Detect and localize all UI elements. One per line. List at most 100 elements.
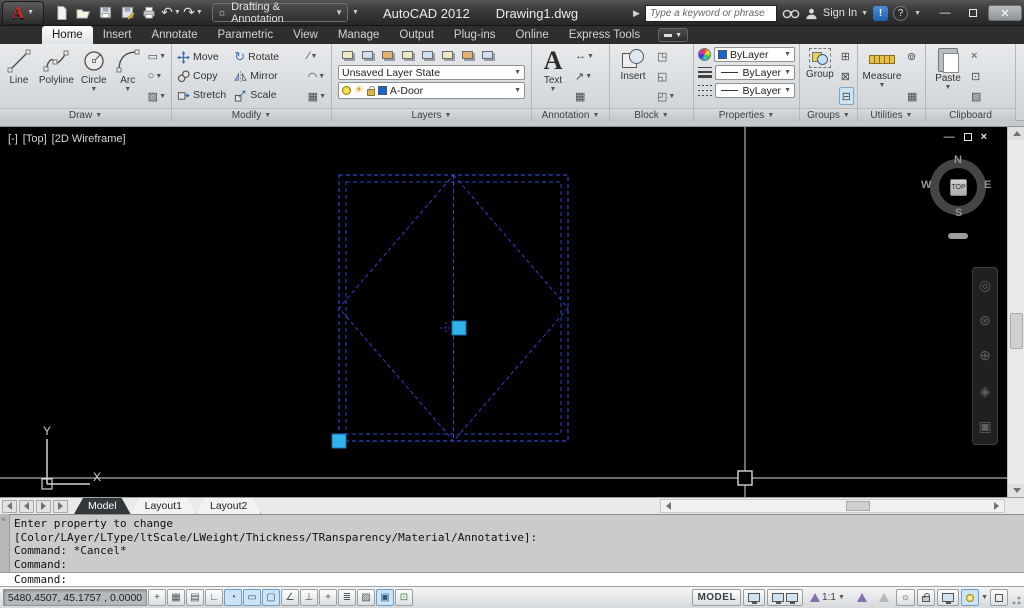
measure-button[interactable]: Measure ▼ [861, 46, 903, 106]
tab-output[interactable]: Output [389, 26, 444, 44]
toggle-show-lineweight[interactable]: ≣ [338, 589, 356, 606]
layer-properties-button[interactable] [338, 48, 356, 62]
table-tool-button[interactable]: ▦ [573, 87, 596, 105]
toggle-object-snap-tracking[interactable]: ∠ [281, 589, 299, 606]
leader-tool-button[interactable]: ↗▼ [573, 67, 596, 85]
color-wheel-icon[interactable] [698, 48, 711, 61]
line-button[interactable]: Line [3, 46, 35, 106]
application-menu-button[interactable]: A ▼ [2, 1, 44, 25]
stretch-button[interactable]: Stretch [175, 86, 228, 105]
toggle-dynamic-ucs[interactable]: ⊥ [300, 589, 318, 606]
sign-in-menu[interactable]: Sign In ▼ [823, 7, 868, 19]
layer-unisolate-button[interactable] [398, 48, 416, 62]
toggle-grid-display[interactable]: ▤ [186, 589, 204, 606]
workspace-selector[interactable]: ☼ Drafting & Annotation ▼ [212, 3, 348, 22]
open-file-button[interactable] [72, 3, 94, 23]
tab-parametric[interactable]: Parametric [208, 26, 284, 44]
search-binoculars-icon[interactable] [782, 7, 800, 20]
workspace-switching-button[interactable]: ☼ [896, 589, 915, 606]
next-layout-button[interactable] [36, 500, 51, 513]
ellipse-tool-button[interactable]: ○▼ [146, 67, 168, 85]
first-layout-button[interactable] [2, 500, 17, 513]
toggle-infer-constraints[interactable]: + [148, 589, 166, 606]
quick-select-button[interactable]: ⊚ [905, 47, 919, 65]
layer-states-button[interactable] [358, 48, 376, 62]
annotation-visibility-button[interactable] [852, 589, 872, 606]
viewcube-west[interactable]: W [921, 179, 931, 191]
define-attributes-button[interactable]: ◰▼ [655, 87, 677, 105]
showmotion-icon[interactable]: ▣ [978, 418, 991, 435]
pan-icon[interactable]: ⊛ [979, 312, 991, 329]
quick-view-drawings-button[interactable] [767, 589, 803, 606]
quick-calculator-button[interactable]: ▦ [905, 87, 919, 105]
lineweight-icon[interactable] [698, 67, 712, 78]
minimize-window-button[interactable]: — [932, 5, 958, 21]
toggle-polar-tracking[interactable]: ◔ [224, 589, 242, 606]
hatch-tool-button[interactable]: ▨▼ [146, 87, 168, 105]
viewport-minimize-control[interactable]: [-] [8, 133, 18, 145]
rectangle-tool-button[interactable]: ▭▼ [146, 47, 168, 65]
viewcube-south[interactable]: S [955, 207, 962, 219]
clean-screen-button[interactable] [990, 589, 1008, 606]
close-window-button[interactable]: ✕ [988, 5, 1022, 21]
group-edit-button[interactable]: ⊞ [839, 47, 854, 65]
scroll-up-button[interactable] [1008, 127, 1024, 140]
move-button[interactable]: Move [175, 48, 228, 67]
scroll-left-button[interactable] [661, 500, 676, 512]
scroll-right-button[interactable] [989, 500, 1004, 512]
toggle-ortho-mode[interactable]: ∟ [205, 589, 223, 606]
viewport-minimize-button[interactable]: — [944, 131, 955, 143]
viewport-view-control[interactable]: [Top] [23, 133, 47, 145]
linetype-dropdown[interactable]: ByLayer ▼ [715, 83, 795, 98]
redo-button[interactable]: ↷▼ [182, 3, 204, 23]
tab-manage[interactable]: Manage [328, 26, 390, 44]
command-input-line[interactable]: Command: [0, 572, 1024, 586]
toggle-dynamic-input[interactable]: + [319, 589, 337, 606]
layer-freeze-button[interactable] [418, 48, 436, 62]
fillet-tool-button[interactable]: ◠▼ [306, 67, 328, 85]
viewport-restore-button[interactable] [964, 133, 972, 141]
orbit-icon[interactable]: ◈ [980, 383, 991, 400]
rotate-button[interactable]: ↻ Rotate [232, 48, 281, 67]
edit-block-button[interactable]: ◱ [655, 67, 677, 85]
group-button[interactable]: Group [803, 46, 837, 106]
help-button[interactable]: ? [893, 6, 908, 21]
mirror-button[interactable]: Mirror [232, 67, 281, 86]
cut-button[interactable]: × [969, 47, 983, 65]
maximize-window-button[interactable] [960, 5, 986, 21]
plot-button[interactable] [138, 3, 160, 23]
undo-button[interactable]: ↶▼ [160, 3, 182, 23]
ribbon-minimize-button[interactable]: ▼ [658, 28, 688, 42]
prev-layout-button[interactable] [19, 500, 34, 513]
model-space-button[interactable]: MODEL [692, 589, 741, 606]
viewcube-menu-pill[interactable] [948, 233, 968, 239]
toolbar-lock-button[interactable] [917, 589, 935, 606]
text-button[interactable]: A Text ▼ [535, 46, 571, 106]
toggle-snap-mode[interactable]: ▦ [167, 589, 185, 606]
quick-view-layouts-button[interactable] [743, 589, 765, 606]
tab-layout1[interactable]: Layout1 [131, 498, 196, 514]
panel-label-clipboard[interactable]: Clipboard [926, 108, 1015, 121]
viewcube-east[interactable]: E [984, 179, 991, 191]
search-input[interactable] [645, 5, 777, 22]
toggle-object-snap[interactable]: ▭ [243, 589, 261, 606]
status-menu-arrow[interactable]: ▼ [981, 594, 988, 601]
toggle-show-transparency[interactable]: ▨ [357, 589, 375, 606]
toggle-selection-cycling[interactable]: ⊡ [395, 589, 413, 606]
scroll-down-button[interactable] [1008, 484, 1024, 497]
help-menu-arrow[interactable]: ▼ [914, 10, 921, 17]
tab-insert[interactable]: Insert [93, 26, 142, 44]
panel-label-block[interactable]: Block▼ [610, 108, 693, 121]
tab-view[interactable]: View [283, 26, 328, 44]
group-add-button[interactable]: ⊠ [839, 67, 854, 85]
array-tool-button[interactable]: ▦▼ [306, 87, 328, 105]
quick-access-overflow-button[interactable]: ▼ [352, 9, 359, 16]
layer-dropdown[interactable]: ☀ A-Door ▼ [338, 82, 525, 99]
copy-button[interactable]: Copy [175, 67, 228, 86]
panel-label-draw[interactable]: Draw▼ [0, 108, 171, 121]
panel-label-groups[interactable]: Groups▼ [800, 108, 857, 121]
insert-block-button[interactable]: Insert [613, 46, 653, 106]
save-as-button[interactable] [116, 3, 138, 23]
linetype-icon[interactable] [698, 85, 712, 96]
tab-online[interactable]: Online [505, 26, 558, 44]
